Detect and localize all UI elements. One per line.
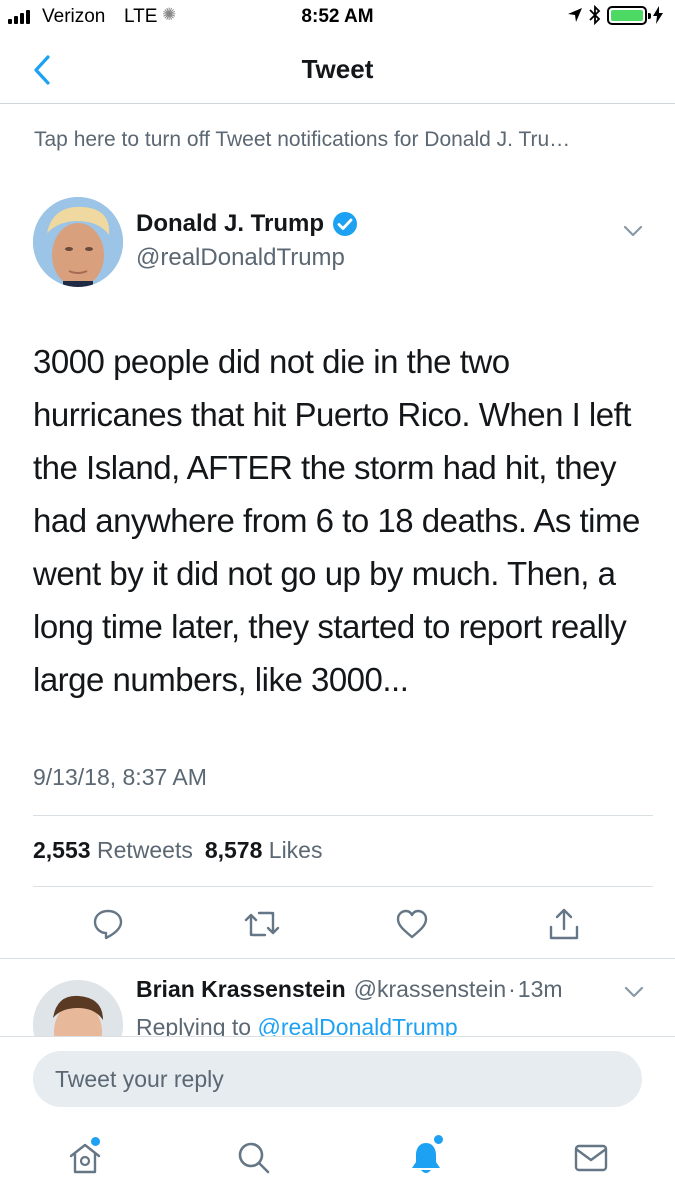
- reply-author-handle[interactable]: @krassenstein: [354, 976, 506, 1003]
- reply-author-name[interactable]: Brian Krassenstein: [136, 976, 346, 1003]
- charging-icon: [653, 6, 663, 24]
- retweets-stat[interactable]: 2,553 Retweets: [33, 837, 193, 864]
- status-bar: Verizon LTE ✺ 8:52 AM: [0, 0, 675, 36]
- bottom-panel: [0, 1036, 675, 1200]
- heart-icon: [396, 909, 428, 939]
- mail-icon: [574, 1144, 608, 1172]
- retweets-label: Retweets: [96, 837, 193, 863]
- chevron-down-icon: [624, 986, 644, 998]
- author-name-row[interactable]: Donald J. Trump: [136, 210, 358, 238]
- retweet-button[interactable]: [242, 904, 282, 944]
- separator-dot: ·: [508, 976, 516, 1002]
- bluetooth-icon: [589, 5, 601, 25]
- divider: [0, 958, 675, 959]
- tweet-actions: [0, 904, 675, 944]
- tab-messages[interactable]: [566, 1133, 616, 1183]
- reply-input[interactable]: [33, 1051, 642, 1107]
- divider: [33, 815, 653, 816]
- notifications-dot: [434, 1135, 443, 1144]
- comment-icon: [93, 909, 123, 940]
- tweet-stats: 2,553 Retweets 8,578 Likes: [33, 837, 322, 864]
- author-name: Donald J. Trump: [136, 210, 325, 237]
- reply-header: Brian Krassenstein @krassenstein · 13m: [136, 976, 563, 1003]
- verified-badge-icon: [332, 211, 358, 237]
- bell-icon: [412, 1143, 440, 1173]
- home-notification-dot: [91, 1137, 100, 1146]
- chevron-down-icon: [623, 225, 643, 237]
- page-title: Tweet: [301, 54, 374, 84]
- tab-notifications[interactable]: [401, 1133, 451, 1183]
- navigation-bar: Tweet: [0, 36, 675, 104]
- tab-home[interactable]: [60, 1133, 110, 1183]
- search-icon: [238, 1142, 270, 1174]
- tab-bar: [0, 1133, 675, 1191]
- divider: [33, 886, 653, 887]
- retweets-count: 2,553: [33, 837, 91, 863]
- reply-button[interactable]: [88, 904, 128, 944]
- like-button[interactable]: [392, 904, 432, 944]
- share-button[interactable]: [544, 904, 584, 944]
- status-right-icons: [567, 5, 663, 25]
- author-handle[interactable]: @realDonaldTrump: [136, 244, 345, 272]
- reply-time: 13m: [517, 976, 563, 1002]
- tweet-timestamp: 9/13/18, 8:37 AM: [33, 764, 207, 790]
- battery-icon: [607, 5, 651, 25]
- notification-toggle-banner[interactable]: Tap here to turn off Tweet notifications…: [34, 128, 654, 152]
- likes-stat[interactable]: 8,578 Likes: [205, 837, 323, 864]
- tweet-text: 3000 people did not die in the two hurri…: [33, 343, 640, 698]
- retweet-icon: [244, 911, 280, 937]
- tab-search[interactable]: [229, 1133, 279, 1183]
- reply-options-button[interactable]: [620, 978, 648, 1006]
- likes-count: 8,578: [204, 837, 263, 863]
- tweet-options-button[interactable]: [618, 216, 648, 246]
- likes-label: Likes: [268, 837, 323, 863]
- location-icon: [568, 8, 582, 22]
- author-avatar[interactable]: [33, 197, 123, 287]
- share-icon: [549, 908, 579, 940]
